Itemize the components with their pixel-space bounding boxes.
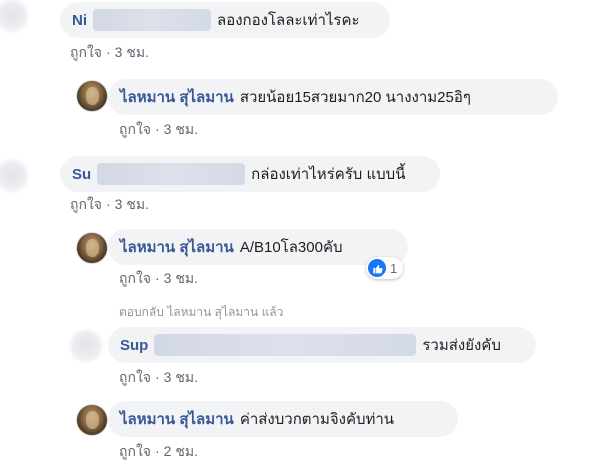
comment-bubble: Su กล่องเท่าไหร่ครับ แบบนี้ [60, 156, 440, 192]
like-link[interactable]: ถูกใจ [119, 270, 151, 286]
separator: · [155, 443, 160, 459]
comment-text: รวมส่งยังคับ [422, 337, 501, 354]
like-link[interactable]: ถูกใจ [119, 443, 151, 459]
like-link[interactable]: ถูกใจ [70, 44, 102, 60]
redacted-name [97, 163, 246, 185]
separator: · [155, 270, 160, 286]
comment-actions: ถูกใจ · 3 ชม. [70, 42, 149, 64]
timestamp[interactable]: 2 ชม. [164, 443, 198, 459]
comment-author[interactable]: Ni [72, 12, 87, 29]
reaction-count: 1 [390, 260, 398, 276]
redacted-name [154, 334, 417, 356]
comment-actions: ถูกใจ · 3 ชม. [119, 367, 198, 389]
comment-text: ลองกองโลละเท่าไรคะ [217, 12, 360, 29]
comment-text: สวยน้อย15สวยมาก20 นางงาม25อิๆ [239, 89, 471, 106]
comment-text: กล่องเท่าไหร่ครับ แบบนี้ [251, 166, 406, 183]
reply-notice[interactable]: ตอบกลับ ไลหมาน สุไลมาน แล้ว [119, 303, 283, 322]
comment-bubble: Sup รวมส่งยังคับ [108, 327, 536, 363]
separator: · [155, 369, 160, 385]
timestamp[interactable]: 3 ชม. [164, 270, 198, 286]
thumbs-up-glyph [372, 264, 383, 273]
comment-actions: ถูกใจ · 3 ชม. [119, 268, 198, 290]
comment-bubble: ไลหมาน สุไลมาน A/B10โล300คับ [108, 229, 408, 265]
reaction-badge[interactable]: 1 [366, 257, 404, 279]
avatar[interactable] [76, 80, 108, 112]
comment-author[interactable]: ไลหมาน สุไลมาน [120, 235, 234, 259]
comment-actions: ถูกใจ · 3 ชม. [70, 194, 149, 216]
timestamp[interactable]: 3 ชม. [115, 44, 149, 60]
comment-bubble: ไลหมาน สุไลมาน ค่าส่งบวกตามจิงคับท่าน [108, 401, 458, 437]
comment-bubble: Ni ลองกองโลละเท่าไรคะ [60, 2, 390, 38]
comment-author[interactable]: Su [72, 166, 91, 183]
thumbs-up-icon [368, 259, 386, 277]
like-link[interactable]: ถูกใจ [119, 369, 151, 385]
comment-author[interactable]: ไลหมาน สุไลมาน [120, 85, 234, 109]
comment-text: ค่าส่งบวกตามจิงคับท่าน [239, 411, 395, 428]
comment-actions: ถูกใจ · 3 ชม. [119, 119, 198, 141]
comment-author[interactable]: Sup [120, 337, 148, 354]
avatar[interactable] [70, 330, 102, 362]
timestamp[interactable]: 3 ชม. [115, 196, 149, 212]
timestamp[interactable]: 3 ชม. [164, 369, 198, 385]
avatar[interactable] [76, 404, 108, 436]
separator: · [106, 196, 111, 212]
avatar[interactable] [0, 0, 28, 32]
timestamp[interactable]: 3 ชม. [164, 121, 198, 137]
separator: · [155, 121, 160, 137]
avatar[interactable] [76, 232, 108, 264]
comment-actions: ถูกใจ · 2 ชม. [119, 441, 198, 463]
redacted-name [93, 9, 211, 31]
avatar[interactable] [0, 160, 28, 192]
comment-author[interactable]: ไลหมาน สุไลมาน [120, 407, 234, 431]
comment-bubble: ไลหมาน สุไลมาน สวยน้อย15สวยมาก20 นางงาม2… [108, 79, 558, 115]
comment-text: A/B10โล300คับ [239, 239, 343, 256]
separator: · [106, 44, 111, 60]
like-link[interactable]: ถูกใจ [70, 196, 102, 212]
like-link[interactable]: ถูกใจ [119, 121, 151, 137]
